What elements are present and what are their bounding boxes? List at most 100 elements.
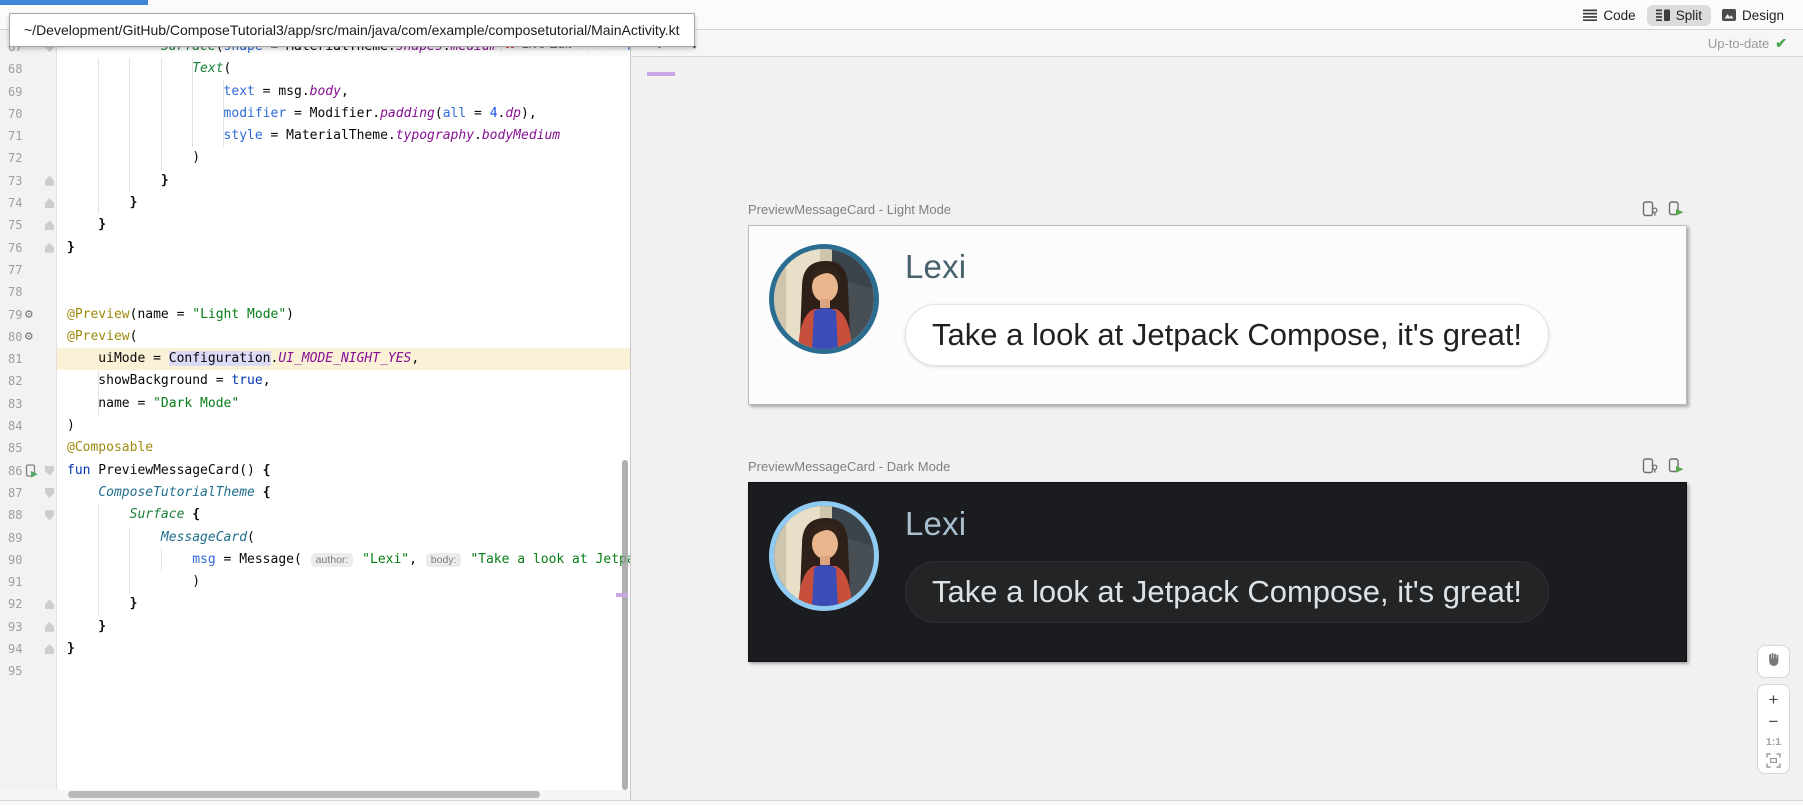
- tab-design[interactable]: Design: [1713, 5, 1793, 26]
- line-number: 82: [0, 370, 22, 392]
- zoom-actual-button[interactable]: 1:1: [1758, 734, 1789, 750]
- code-line-76[interactable]: 76}: [0, 237, 630, 259]
- code-line-73[interactable]: 73 }: [0, 170, 630, 192]
- pan-button[interactable]: [1757, 645, 1790, 678]
- line-number: 92: [0, 593, 22, 615]
- line-number: 68: [0, 58, 22, 80]
- code-line-68[interactable]: 68 Text(: [0, 58, 630, 80]
- line-number: 81: [0, 348, 22, 370]
- code-line-85[interactable]: 85@Composable: [0, 437, 630, 459]
- preview-settings-gear-icon[interactable]: ⚙: [25, 306, 33, 324]
- fold-marker-icon[interactable]: [45, 243, 54, 253]
- line-number: 78: [0, 281, 22, 303]
- code-lines[interactable]: 67 Surface(shape = MaterialTheme.shapes.…: [0, 36, 630, 683]
- fold-marker-icon[interactable]: [45, 644, 54, 654]
- line-number: 76: [0, 237, 22, 259]
- code-line-92[interactable]: 92 }: [0, 593, 630, 615]
- line-number: 93: [0, 616, 22, 638]
- status-bar: [0, 800, 1803, 806]
- tab-split-label: Split: [1676, 8, 1702, 23]
- line-number: 89: [0, 527, 22, 549]
- preview-render-dark: Lexi Take a look at Jetpack Compose, it'…: [748, 482, 1687, 662]
- code-view-icon: [1583, 9, 1597, 21]
- code-line-75[interactable]: 75 }: [0, 214, 630, 236]
- code-line-94[interactable]: 94}: [0, 638, 630, 660]
- line-number: 86: [0, 460, 22, 482]
- line-number: 84: [0, 415, 22, 437]
- code-line-69[interactable]: 69 text = msg.body,: [0, 81, 630, 103]
- code-line-83[interactable]: 83 name = "Dark Mode": [0, 393, 630, 415]
- line-number: 69: [0, 81, 22, 103]
- line-number: 83: [0, 393, 22, 415]
- tab-code-label: Code: [1603, 8, 1635, 23]
- tab-split[interactable]: Split: [1647, 5, 1711, 26]
- line-number: 71: [0, 125, 22, 147]
- line-number: 73: [0, 170, 22, 192]
- line-number: 70: [0, 103, 22, 125]
- code-line-93[interactable]: 93 }: [0, 616, 630, 638]
- line-number: 91: [0, 571, 22, 593]
- code-line-72[interactable]: 72 ): [0, 147, 630, 169]
- zoom-fit-button[interactable]: [1758, 753, 1789, 768]
- editor-mode-switch: Code Split Design: [1574, 0, 1793, 30]
- build-status[interactable]: Up-to-date ✔: [1708, 35, 1803, 52]
- error-stripe-mark: [616, 593, 628, 597]
- line-number: 72: [0, 147, 22, 169]
- preview-canvas[interactable]: PreviewMessageCard - Light Mode: [631, 57, 1803, 800]
- message-bubble: Take a look at Jetpack Compose, it's gre…: [905, 304, 1549, 366]
- editor-vertical-scrollbar[interactable]: [622, 460, 628, 790]
- interactive-preview-icon[interactable]: [1642, 458, 1659, 474]
- fold-marker-icon[interactable]: [45, 488, 54, 498]
- code-line-86[interactable]: 86fun PreviewMessageCard() {: [0, 460, 630, 482]
- fold-marker-icon[interactable]: [45, 220, 54, 230]
- fold-marker-icon[interactable]: [45, 198, 54, 208]
- fold-marker-icon[interactable]: [45, 176, 54, 186]
- code-line-80[interactable]: 80⚙@Preview(: [0, 326, 630, 348]
- code-line-89[interactable]: 89 MessageCard(: [0, 527, 630, 549]
- zoom-out-button[interactable]: −: [1758, 712, 1789, 731]
- code-line-91[interactable]: 91 ): [0, 571, 630, 593]
- zoom-in-button[interactable]: +: [1758, 690, 1789, 709]
- line-number: 85: [0, 437, 22, 459]
- preview-render-light: Lexi Take a look at Jetpack Compose, it'…: [748, 225, 1687, 405]
- code-line-81[interactable]: 81 uiMode = Configuration.UI_MODE_NIGHT_…: [0, 348, 630, 370]
- line-number: 87: [0, 482, 22, 504]
- message-author: Lexi: [905, 505, 1549, 543]
- line-number: 94: [0, 638, 22, 660]
- run-preview-icon[interactable]: [1668, 458, 1685, 474]
- design-view-icon: [1722, 9, 1736, 21]
- active-tab-accent: [0, 0, 148, 5]
- file-path-tooltip: ~/Development/GitHub/ComposeTutorial3/ap…: [9, 13, 695, 47]
- tab-design-label: Design: [1742, 8, 1784, 23]
- code-line-78[interactable]: 78: [0, 281, 630, 303]
- code-line-79[interactable]: 79⚙@Preview(name = "Light Mode"): [0, 304, 630, 326]
- code-line-74[interactable]: 74 }: [0, 192, 630, 214]
- code-line-95[interactable]: 95: [0, 660, 630, 682]
- preview-title-dark: PreviewMessageCard - Dark Mode: [748, 459, 950, 474]
- code-line-88[interactable]: 88 Surface {: [0, 504, 630, 526]
- code-line-77[interactable]: 77: [0, 259, 630, 281]
- code-line-87[interactable]: 87 ComposeTutorialTheme {: [0, 482, 630, 504]
- fold-marker-icon[interactable]: [45, 466, 54, 476]
- fold-marker-icon[interactable]: [45, 510, 54, 520]
- code-line-90[interactable]: 90 msg = Message( author: "Lexi", body: …: [0, 549, 630, 571]
- code-line-84[interactable]: 84): [0, 415, 630, 437]
- code-line-82[interactable]: 82 showBackground = true,: [0, 370, 630, 392]
- code-line-70[interactable]: 70 modifier = Modifier.padding(all = 4.d…: [0, 103, 630, 125]
- line-number: 80: [0, 326, 22, 348]
- avatar: [769, 501, 879, 611]
- code-editor[interactable]: 67 Surface(shape = MaterialTheme.shapes.…: [0, 30, 630, 790]
- fold-marker-icon[interactable]: [45, 599, 54, 609]
- fold-marker-icon[interactable]: [45, 622, 54, 632]
- editor-horizontal-scrollbar[interactable]: [68, 791, 540, 798]
- preview-section-light: PreviewMessageCard - Light Mode: [748, 199, 1687, 405]
- line-number: 77: [0, 259, 22, 281]
- tab-code[interactable]: Code: [1574, 5, 1644, 26]
- build-status-label: Up-to-date: [1708, 36, 1769, 51]
- run-preview-gutter-icon[interactable]: [25, 462, 38, 478]
- run-preview-icon[interactable]: [1668, 201, 1685, 217]
- interactive-preview-icon[interactable]: [1642, 201, 1659, 217]
- code-line-71[interactable]: 71 style = MaterialTheme.typography.body…: [0, 125, 630, 147]
- preview-settings-gear-icon[interactable]: ⚙: [25, 328, 33, 346]
- android-studio-split-view: Code Split Design: [0, 0, 1803, 806]
